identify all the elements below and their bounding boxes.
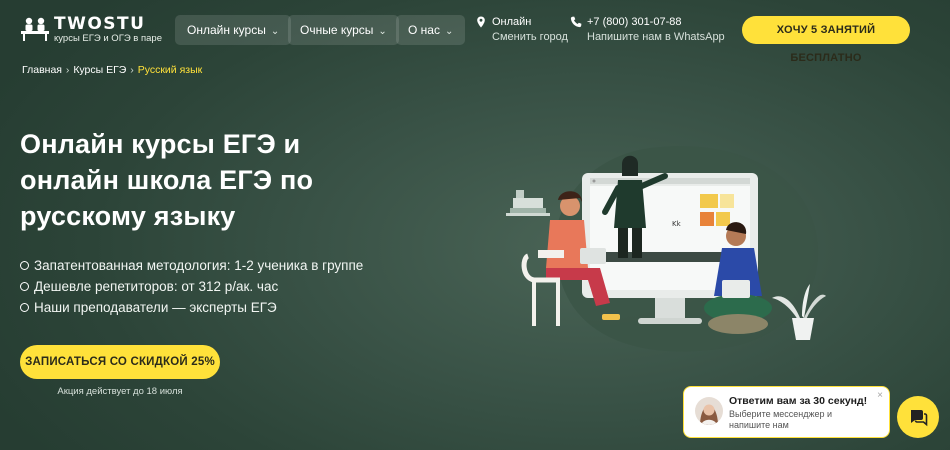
chat-bubble-icon [911,410,928,427]
site-header: TWOSTU курсы ЕГЭ и ОГЭ в паре Онлайн кур… [0,0,950,64]
hero-illustration: Kk [506,146,826,352]
nav-label: Очные курсы [300,23,374,37]
change-city-link[interactable]: Сменить город [475,30,568,45]
chat-popup[interactable]: Ответим вам за 30 секунд! Выберите мессе… [683,386,890,438]
board-text: Kk [672,220,682,228]
phone-number[interactable]: +7 (800) 301-07-88 [570,15,725,30]
promo-note: Акция действует до 18 июля [57,386,183,397]
chat-subtitle: Выберите мессенджер и напишите нам [729,409,833,430]
feature-item: Дешевле репетиторов: от 312 р/ак. час [20,276,440,297]
whatsapp-link[interactable]: Напишите нам в WhatsApp [570,30,725,45]
bullet-circle-icon [20,282,29,291]
nav-offline-courses[interactable]: Очные курсы ⌄ [288,15,399,45]
signup-discount-button[interactable]: ЗАПИСАТЬСЯ СО СКИДКОЙ 25% [20,345,220,379]
location-block[interactable]: Онлайн Сменить город [475,15,568,45]
books-icon [506,190,550,216]
close-icon[interactable]: × [877,390,883,401]
breadcrumb-current: Русский язык [137,64,203,76]
nav-label: О нас [408,23,440,37]
feature-text: Дешевле репетиторов: от 312 р/ак. час [34,279,279,294]
nav-about[interactable]: О нас ⌄ [396,15,466,45]
feature-text: Запатентованная методология: 1-2 ученика… [34,258,364,273]
nav-online-courses[interactable]: Онлайн курсы ⌄ [175,15,292,45]
bullet-circle-icon [20,261,29,270]
page-title: Онлайн курсы ЕГЭ и онлайн школа ЕГЭ по р… [20,129,314,231]
breadcrumb-separator: › [65,64,70,76]
logo[interactable]: TWOSTU курсы ЕГЭ и ОГЭ в паре [20,14,162,44]
feature-text: Наши преподаватели — эксперты ЕГЭ [34,300,277,315]
breadcrumb: Главная › Курсы ЕГЭ › Русский язык [22,64,202,76]
free-lessons-button[interactable]: ХОЧУ 5 ЗАНЯТИЙ БЕСПЛАТНО [742,16,910,64]
location-city: Онлайн [492,16,532,28]
chat-open-button[interactable] [897,396,939,438]
chat-title: Ответим вам за 30 секунд! [729,395,868,407]
nav-label: Онлайн курсы [187,23,266,37]
bullet-circle-icon [20,303,29,312]
breadcrumb-home[interactable]: Главная [22,64,62,76]
avatar [695,397,723,425]
logo-title: TWOSTU [54,14,146,34]
feature-item: Наши преподаватели — эксперты ЕГЭ [20,297,440,318]
breadcrumb-separator: › [130,64,134,76]
chevron-down-icon: ⌄ [270,26,280,37]
feature-item: Запатентованная методология: 1-2 ученика… [20,255,440,276]
logo-subtitle: курсы ЕГЭ и ОГЭ в паре [54,33,162,44]
contact-block[interactable]: +7 (800) 301-07-88 Напишите нам в WhatsA… [570,15,725,45]
feature-list: Запатентованная методология: 1-2 ученика… [20,255,440,318]
phone-icon [570,16,582,28]
location-pin-icon [477,16,485,28]
chevron-down-icon: ⌄ [378,26,387,37]
chevron-down-icon: ⌄ [444,26,454,37]
breadcrumb-courses[interactable]: Курсы ЕГЭ [73,64,126,76]
logo-icon [21,17,49,41]
